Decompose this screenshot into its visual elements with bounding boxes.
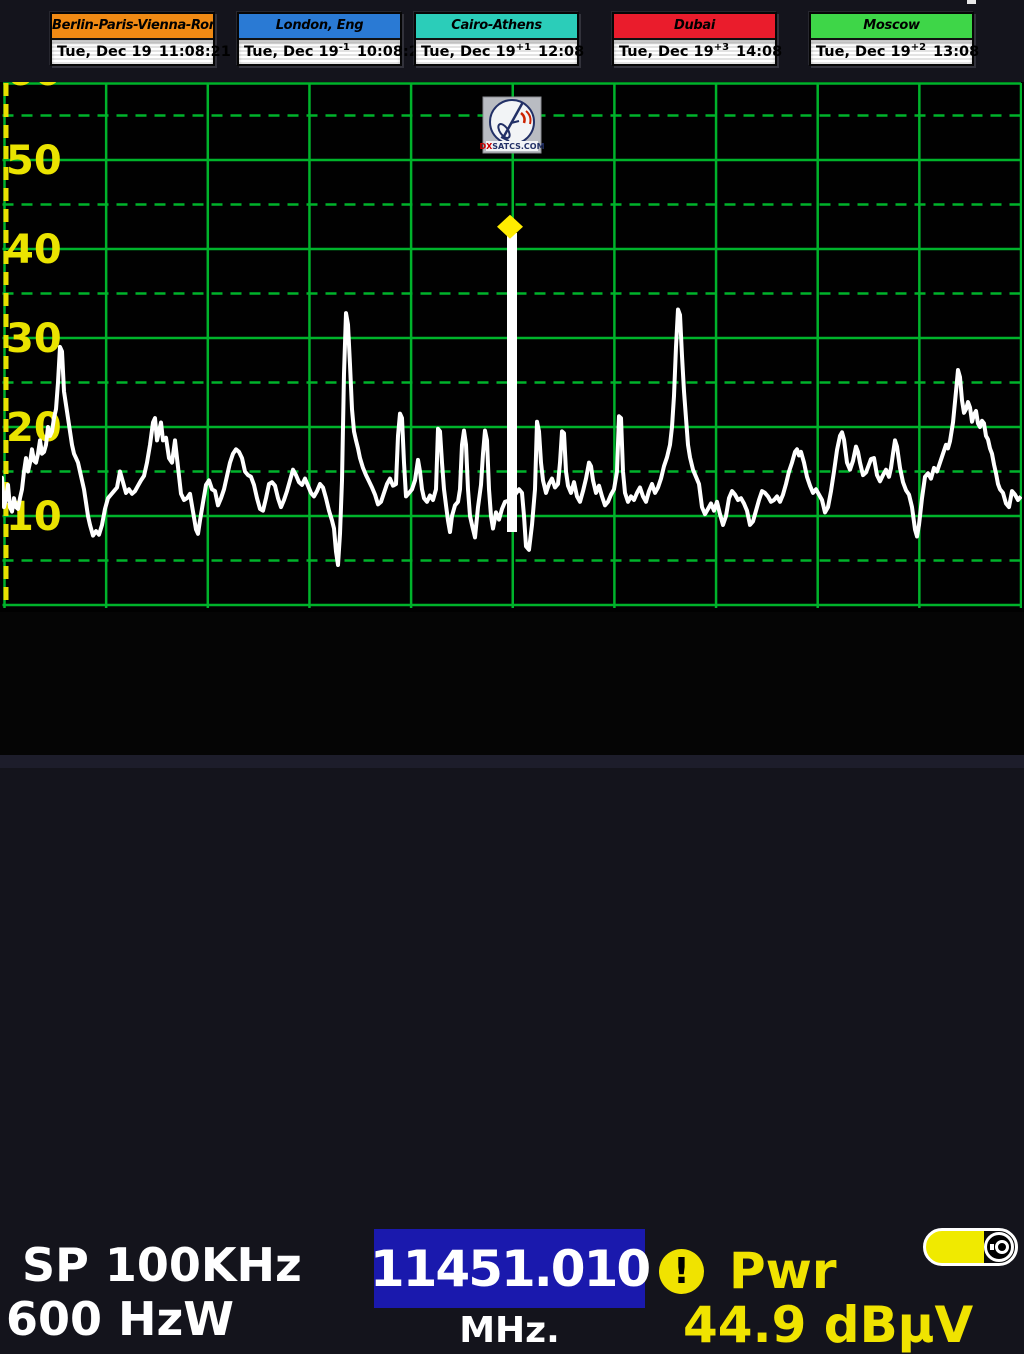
- warning-exclamation-icon: !: [659, 1249, 704, 1294]
- y-tick-30: 30: [6, 316, 62, 362]
- power-label: Pwr: [729, 1242, 837, 1300]
- span-setting-label: SP 100KHz: [22, 1238, 302, 1292]
- logo-text-satcs: SATCS.COM: [492, 142, 544, 151]
- frequency-display[interactable]: 11451.010: [374, 1229, 645, 1308]
- y-tick-60: 60: [6, 49, 62, 95]
- bandwidth-setting-label: 600 HzW: [6, 1292, 234, 1346]
- power-toggle-switch[interactable]: [923, 1228, 1018, 1266]
- spectrum-analyzer-screen: Berlin-Paris-Vienna-RomaTue, Dec 1911:08…: [0, 0, 1024, 768]
- frequency-unit-label: MHz.: [374, 1310, 645, 1351]
- svg-text:DXSATCS.COM: DXSATCS.COM: [479, 142, 544, 151]
- frequency-value: 11451.010: [370, 1240, 649, 1298]
- y-tick-50: 50: [6, 138, 62, 184]
- dxsatcs-logo: DXSATCS.COM: [479, 97, 544, 153]
- toggle-knob-icon: [984, 1232, 1014, 1262]
- logo-text-dx: DX: [479, 142, 493, 151]
- power-value: 44.9 dBµV: [683, 1296, 973, 1354]
- bottom-edge-strip: [0, 755, 1024, 768]
- y-tick-40: 40: [6, 227, 62, 273]
- measurement-panel: SP 100KHz 600 HzW 11451.010 MHz. ! Pwr 4…: [0, 612, 1024, 755]
